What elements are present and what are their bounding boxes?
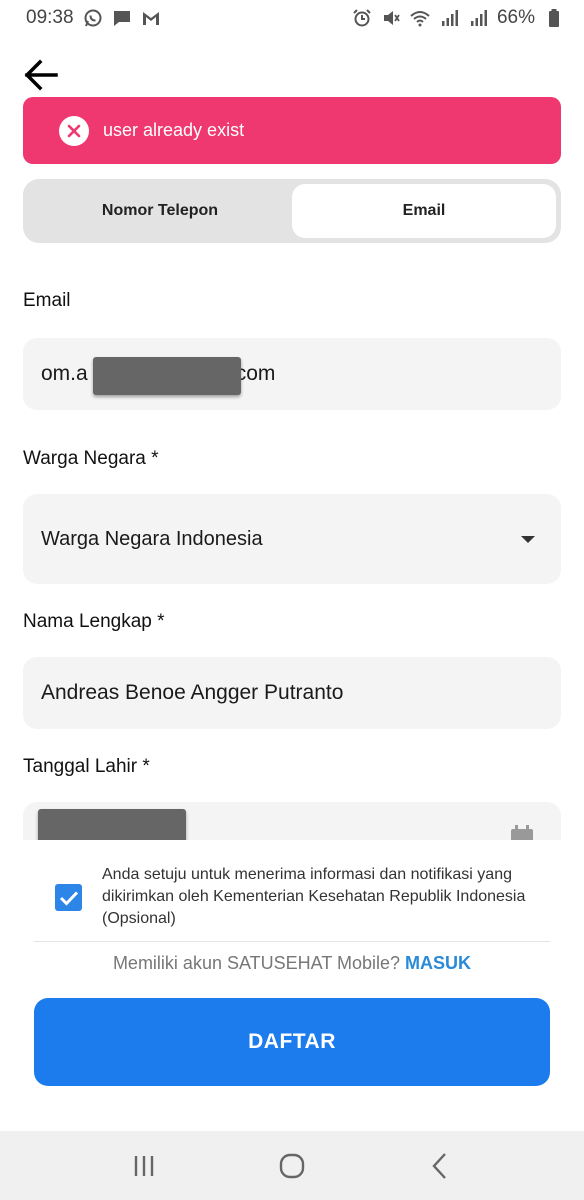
citizenship-dropdown[interactable]: Warga Negara Indonesia xyxy=(23,494,561,584)
full-name-input[interactable]: Andreas Benoe Angger Putranto xyxy=(23,657,561,729)
caret-down-icon xyxy=(521,536,535,543)
back-nav-icon xyxy=(432,1152,446,1179)
home-icon xyxy=(279,1153,305,1178)
alarm-icon xyxy=(352,8,372,28)
login-prompt-text: Memiliki akun SATUSEHAT Mobile? xyxy=(112,953,401,973)
status-bar: 09:38 66% xyxy=(0,0,584,36)
status-right: 66% xyxy=(352,7,564,29)
login-link[interactable]: MASUK xyxy=(405,953,471,973)
consent-text: Anda setuju untuk menerima informasi dan… xyxy=(102,866,526,927)
arrow-left-icon xyxy=(24,59,58,91)
error-toast: user already exist xyxy=(23,97,561,164)
consent-checkbox[interactable] xyxy=(55,884,82,911)
status-time: 09:38 xyxy=(26,7,74,28)
citizenship-value: Warga Negara Indonesia xyxy=(41,527,263,550)
wifi-icon xyxy=(410,8,430,28)
close-circle-icon[interactable] xyxy=(59,115,89,146)
email-value-end: com xyxy=(235,362,276,385)
back-button[interactable] xyxy=(20,54,62,96)
redaction-block xyxy=(93,357,241,395)
registration-method-tabs: Nomor Telepon Email xyxy=(23,179,561,243)
tab-phone-number[interactable]: Nomor Telepon xyxy=(28,184,292,238)
status-left: 09:38 xyxy=(26,7,161,29)
battery-icon xyxy=(544,8,564,28)
battery-percent: 66% xyxy=(496,7,535,28)
tab-email[interactable]: Email xyxy=(292,184,556,238)
email-label: Email xyxy=(23,290,71,311)
system-nav-bar xyxy=(0,1131,584,1200)
citizenship-label: Warga Negara * xyxy=(23,448,159,469)
whatsapp-icon xyxy=(83,8,103,28)
system-back-button[interactable] xyxy=(410,1141,470,1191)
divider xyxy=(34,941,550,942)
signal-icon xyxy=(439,8,459,28)
checkmark-icon xyxy=(59,890,78,906)
register-button[interactable]: DAFTAR xyxy=(34,998,550,1086)
email-value-start: om.a xyxy=(41,362,88,385)
recent-apps-icon xyxy=(134,1155,154,1176)
mute-icon xyxy=(381,8,401,28)
full-name-value: Andreas Benoe Angger Putranto xyxy=(41,681,344,704)
recent-apps-button[interactable] xyxy=(114,1141,174,1191)
signal-icon xyxy=(468,8,488,28)
toast-message: user already exist xyxy=(103,120,245,140)
login-prompt: Memiliki akun SATUSEHAT Mobile? MASUK xyxy=(0,953,584,974)
birth-date-label: Tanggal Lahir * xyxy=(23,756,150,777)
full-name-label: Nama Lengkap * xyxy=(23,611,165,632)
home-button[interactable] xyxy=(262,1141,322,1191)
message-icon xyxy=(112,8,132,28)
gmail-icon xyxy=(141,8,161,28)
